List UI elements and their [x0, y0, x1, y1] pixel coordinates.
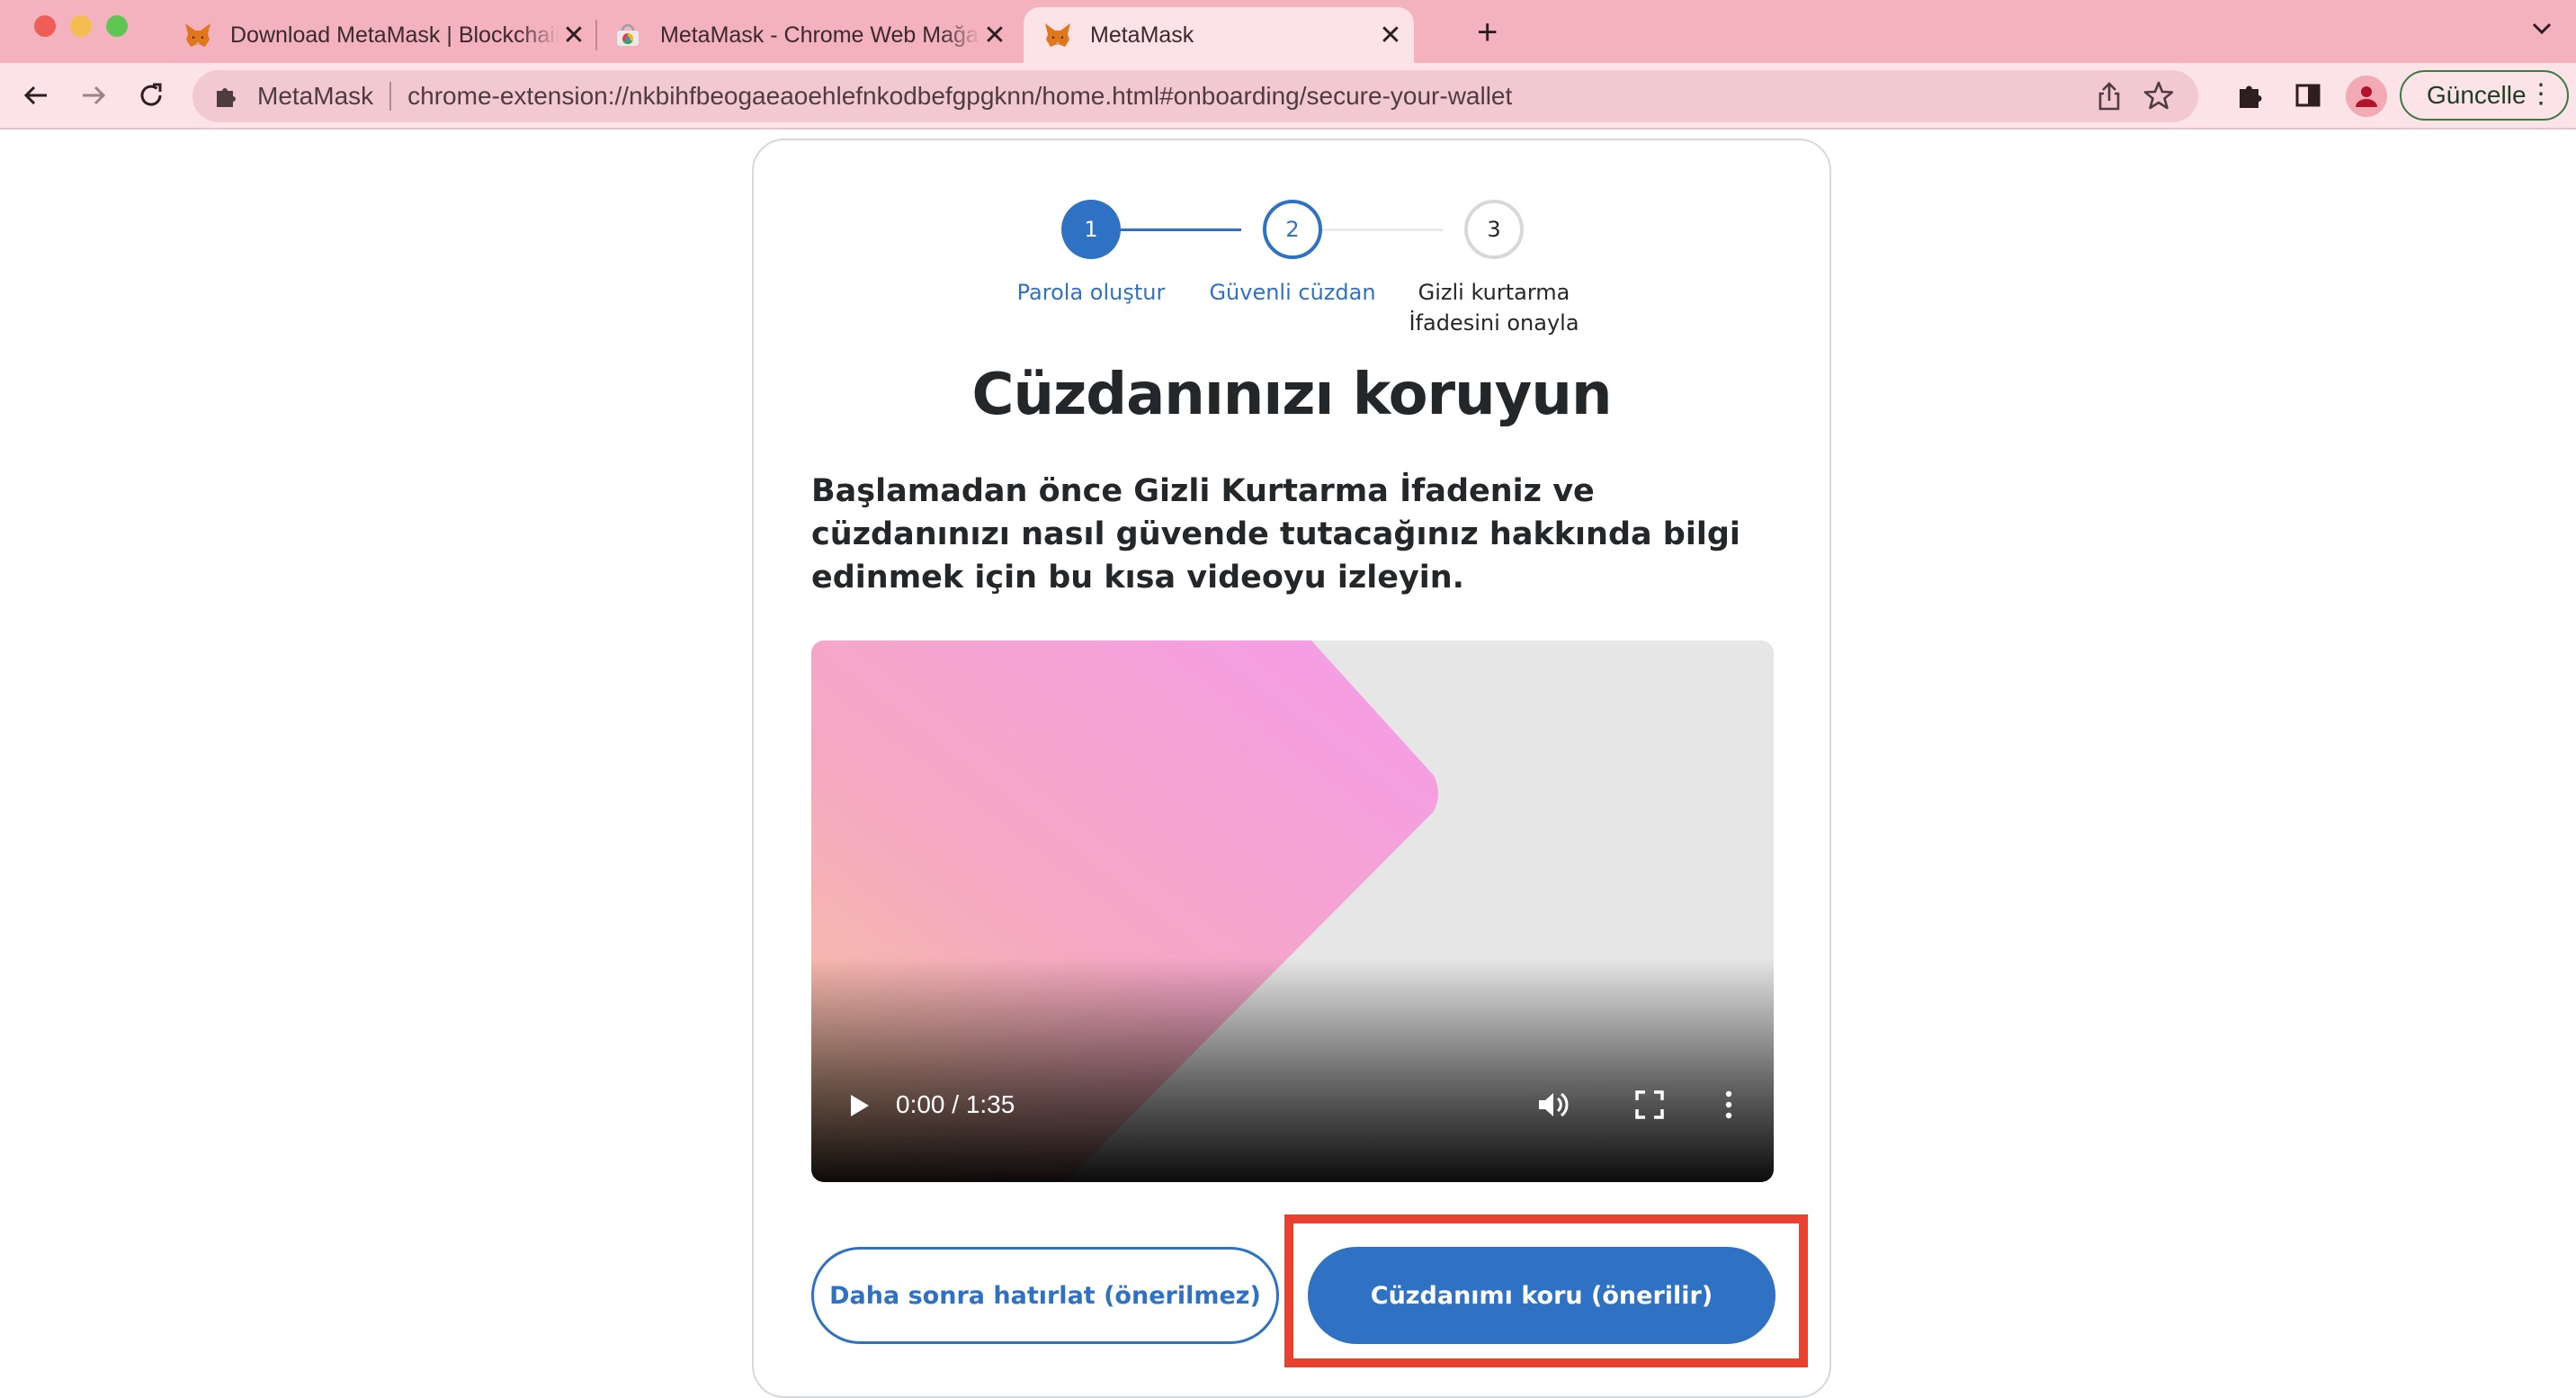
window-minimize-button[interactable]	[70, 15, 92, 37]
remind-later-button[interactable]: Daha sonra hatırlat (önerilmez)	[811, 1247, 1279, 1344]
tab-separator	[595, 20, 597, 50]
tab-download-metamask[interactable]: Download MetaMask | Blockchain Wallet ✕	[183, 7, 588, 63]
video-player[interactable]: 0:00 / 1:35	[811, 641, 1774, 1182]
video-more-options-icon[interactable]	[1720, 1087, 1738, 1123]
metamask-fox-icon	[1043, 21, 1072, 49]
step-1-circle: 1	[1061, 200, 1121, 259]
step-2-label: Güvenli cüzdan	[1209, 280, 1376, 305]
step-connector-complete	[1121, 229, 1241, 231]
highlight-box	[1284, 1214, 1808, 1367]
update-button[interactable]: Güncelle ⋮	[2400, 70, 2569, 121]
step-3-label: Gizli kurtarma İfadesini onayla	[1409, 280, 1579, 336]
metamask-fox-icon	[183, 21, 212, 49]
tab-strip: Download MetaMask | Blockchain Wallet ✕ …	[0, 0, 2576, 63]
page-title: Cüzdanınızı koruyun	[971, 362, 1612, 428]
tab-metamask-active[interactable]: MetaMask ✕	[1024, 7, 1414, 63]
bookmark-star-icon[interactable]	[2142, 79, 2175, 118]
close-icon[interactable]: ✕	[559, 21, 588, 50]
address-bar[interactable]: MetaMask chrome-extension://nkbihfbeogae…	[192, 70, 2198, 122]
side-panel-icon[interactable]	[2290, 77, 2326, 113]
update-label: Güncelle	[2427, 81, 2527, 109]
video-time: 0:00 / 1:35	[896, 1090, 1015, 1118]
page-description: Başlamadan önce Gizli Kurtarma İfadeniz …	[811, 473, 1740, 596]
tab-title: Download MetaMask | Blockchain Wallet	[230, 22, 559, 48]
tab-search-chevron-icon[interactable]	[2529, 16, 2554, 46]
new-tab-plus-icon[interactable]: +	[1477, 13, 1498, 53]
url-text[interactable]: chrome-extension://nkbihfbeogaeaoehlefnk…	[407, 82, 1512, 111]
step-connector-pending	[1322, 229, 1443, 231]
close-icon[interactable]: ✕	[1376, 21, 1405, 50]
back-arrow-icon[interactable]	[16, 76, 56, 115]
volume-icon[interactable]	[1534, 1087, 1570, 1123]
step-1-label: Parola oluştur	[1016, 280, 1166, 305]
step-3-circle: 3	[1464, 200, 1524, 259]
browser-toolbar: MetaMask chrome-extension://nkbihfbeogae…	[0, 63, 2576, 130]
extension-puzzle-icon	[210, 81, 241, 112]
step-2-circle: 2	[1263, 200, 1322, 259]
close-icon[interactable]: ✕	[980, 21, 1009, 50]
profile-avatar[interactable]	[2346, 76, 2387, 117]
fullscreen-icon[interactable]	[1633, 1089, 1666, 1121]
progress-stepper: 1 2 3 Parola oluştur Güvenli cüzdan Gizl…	[754, 140, 1829, 338]
tab-title: MetaMask - Chrome Web Mağazası	[660, 22, 980, 48]
window-close-button[interactable]	[34, 15, 56, 37]
onboarding-card: 1 2 3 Parola oluştur Güvenli cüzdan Gizl…	[752, 139, 1831, 1398]
reload-icon[interactable]	[131, 76, 171, 115]
tab-chrome-web-store[interactable]: MetaMask - Chrome Web Mağazası ✕	[613, 7, 1009, 63]
more-vertical-icon[interactable]: ⋮	[2527, 81, 2554, 108]
window-maximize-button[interactable]	[106, 15, 128, 37]
chrome-web-store-icon	[613, 21, 642, 49]
share-icon[interactable]	[2096, 81, 2123, 118]
video-controls-shade	[811, 957, 1774, 1182]
forward-arrow-icon[interactable]	[74, 76, 113, 115]
site-name: MetaMask	[257, 82, 374, 110]
extensions-puzzle-icon[interactable]	[2232, 77, 2268, 113]
tab-title: MetaMask	[1090, 22, 1194, 48]
play-icon[interactable]	[844, 1090, 874, 1121]
omnibox-divider	[389, 82, 392, 111]
